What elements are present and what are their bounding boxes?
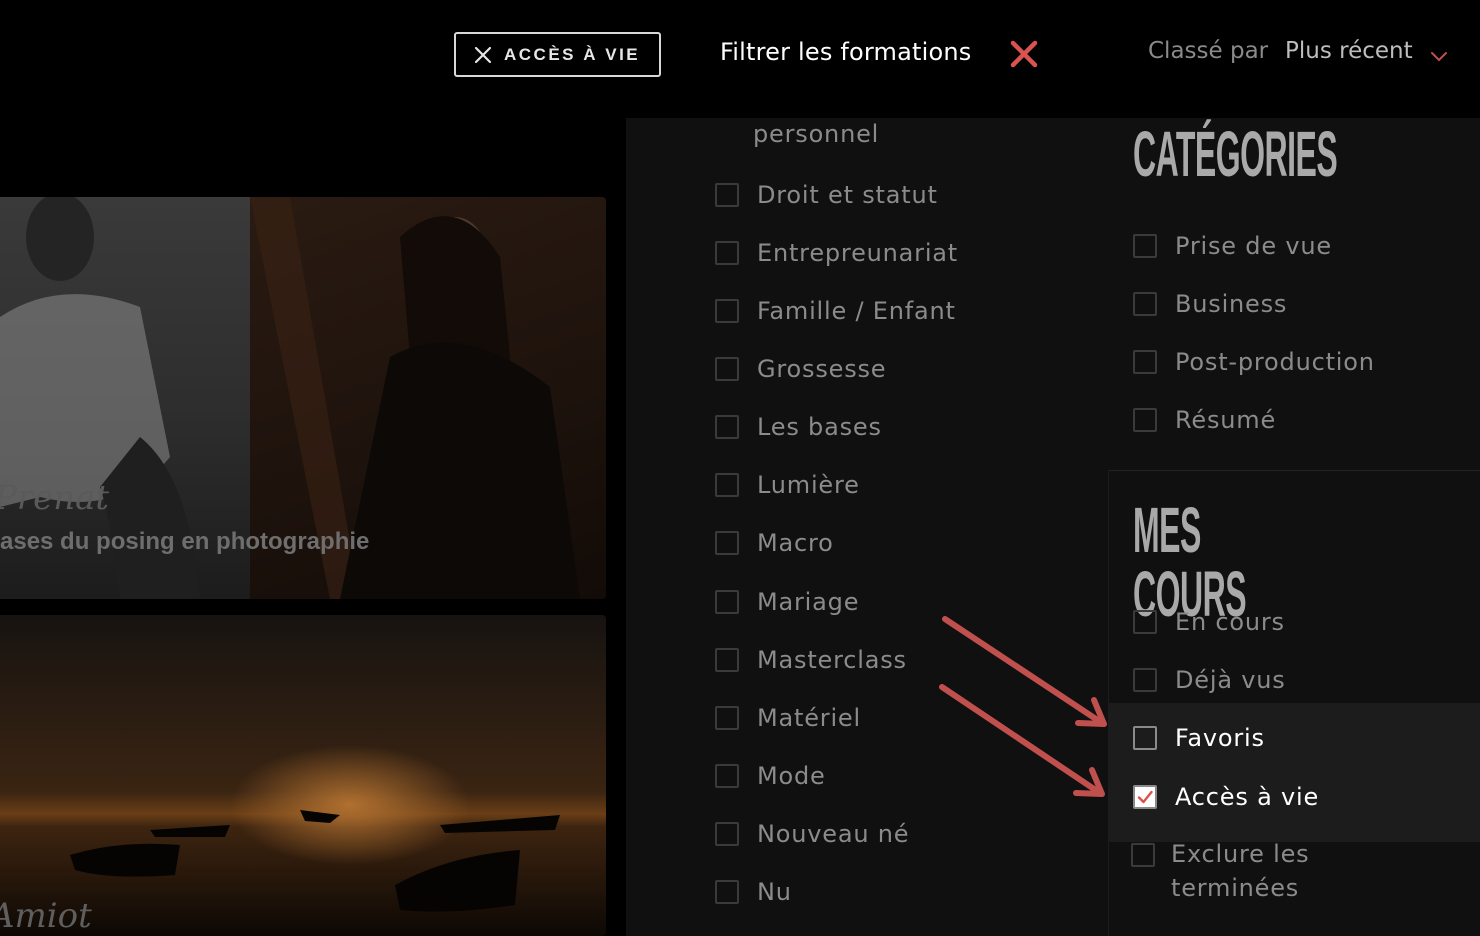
course-author-signature: Amiot [0,896,92,936]
checkbox[interactable] [715,590,739,614]
checkbox-checked[interactable] [1133,785,1157,809]
my-courses-label-line1: Exclure les [1171,840,1310,868]
my-courses-option-lifetime-access[interactable]: Accès à vie [1133,783,1319,811]
checkbox[interactable] [715,706,739,730]
course-title[interactable]: ases du posing en photographie [0,528,369,556]
category-filter-label: Résumé [1175,406,1277,434]
checkbox[interactable] [715,357,739,381]
checkbox[interactable] [1133,610,1157,634]
top-bar: ACCÈS À VIE Filtrer les formations Class… [0,0,1480,118]
theme-filter-option[interactable]: Entrepreunariat [715,239,958,267]
category-filter-option[interactable]: Post-production [1133,348,1375,376]
close-filters-icon[interactable] [1010,40,1038,68]
category-filter-option[interactable]: Business [1133,290,1287,318]
category-filter-option[interactable]: Prise de vue [1133,232,1332,260]
theme-filter-option[interactable]: Mode [715,762,826,790]
checkbox[interactable] [1133,350,1157,374]
my-courses-option-favorites[interactable]: Favoris [1133,724,1265,752]
theme-filter-label: Grossesse [757,355,887,383]
theme-filter-label: Mode [757,762,826,790]
section-divider [1108,470,1109,936]
theme-filter-option[interactable]: Macro [715,529,834,557]
theme-filter-label: Les bases [757,413,882,441]
theme-filter-label: Matériel [757,704,861,732]
chevron-down-icon[interactable] [1430,48,1448,62]
checkbox[interactable] [1133,668,1157,692]
theme-filter-label: Masterclass [757,646,907,674]
checkbox[interactable] [1133,292,1157,316]
theme-filter-option[interactable]: Lumière [715,471,860,499]
theme-filter-option[interactable]: Nouveau né [715,820,909,848]
my-courses-label-line2: terminées [1171,874,1300,902]
checkbox[interactable] [715,648,739,672]
theme-filter-label: Mariage [757,588,860,616]
theme-filter-label: Entrepreunariat [757,239,959,267]
checkbox[interactable] [1133,408,1157,432]
theme-filter-label: Droit et statut [757,181,938,209]
active-filter-chip[interactable]: ACCÈS À VIE [454,32,661,77]
theme-filter-option[interactable]: Grossesse [715,355,886,383]
theme-filter-option[interactable]: Mariage [715,588,859,616]
course-thumbnail-photo [0,615,606,936]
category-filter-option[interactable]: Résumé [1133,406,1276,434]
checkbox[interactable] [715,183,739,207]
my-courses-option-seen[interactable]: Déjà vus [1133,666,1286,694]
active-filter-chip-label: ACCÈS À VIE [504,44,641,64]
theme-filter-option[interactable]: Nu [715,878,792,906]
checkbox[interactable] [715,473,739,497]
my-courses-label: En cours [1175,608,1285,636]
checkbox[interactable] [715,764,739,788]
my-courses-option-exclude-finished[interactable]: Exclure les terminées [1131,840,1310,905]
theme-filter-option[interactable]: Masterclass [715,646,907,674]
checkbox[interactable] [1133,726,1157,750]
checkbox[interactable] [715,241,739,265]
theme-filter-option[interactable]: Les bases [715,413,882,441]
theme-filter-label: Nouveau né [757,820,910,848]
checkbox[interactable] [715,822,739,846]
close-icon[interactable] [474,46,492,64]
theme-filter-option[interactable]: Famille / Enfant [715,297,956,325]
theme-filter-option[interactable]: Droit et statut [715,181,938,209]
theme-filter-label: Lumière [757,471,860,499]
checkbox[interactable] [1131,843,1155,867]
my-courses-label: Favoris [1175,724,1265,752]
theme-filter-option[interactable]: Matériel [715,704,861,732]
my-courses-option-in-progress[interactable]: En cours [1133,608,1285,636]
theme-filter-label: Famille / Enfant [757,297,956,325]
my-courses-heading: MES COURS [1133,494,1247,630]
theme-filter-label: Macro [757,529,834,557]
category-filter-label: Prise de vue [1175,232,1332,260]
checkmark-icon [1137,790,1153,804]
filter-panel-title: Filtrer les formations [720,38,972,66]
section-divider [1108,470,1480,471]
theme-filter-label: personnel [753,120,880,148]
my-courses-label: Exclure les terminées [1171,837,1310,905]
sort-dropdown[interactable]: Plus récent [1285,38,1413,64]
checkbox[interactable] [715,880,739,904]
sort-label: Classé par [1148,38,1269,64]
course-author-signature: Prenat [0,478,110,518]
checkbox[interactable] [715,531,739,555]
checkbox[interactable] [715,299,739,323]
checkbox[interactable] [1133,234,1157,258]
categories-heading: CATÉGORIES [1133,118,1338,190]
category-filter-label: Post-production [1175,348,1375,376]
course-card[interactable] [0,615,606,936]
my-courses-label: Déjà vus [1175,666,1286,694]
category-filter-label: Business [1175,290,1288,318]
checkbox[interactable] [715,415,739,439]
theme-filter-label: Nu [757,878,792,906]
my-courses-label: Accès à vie [1175,783,1320,811]
